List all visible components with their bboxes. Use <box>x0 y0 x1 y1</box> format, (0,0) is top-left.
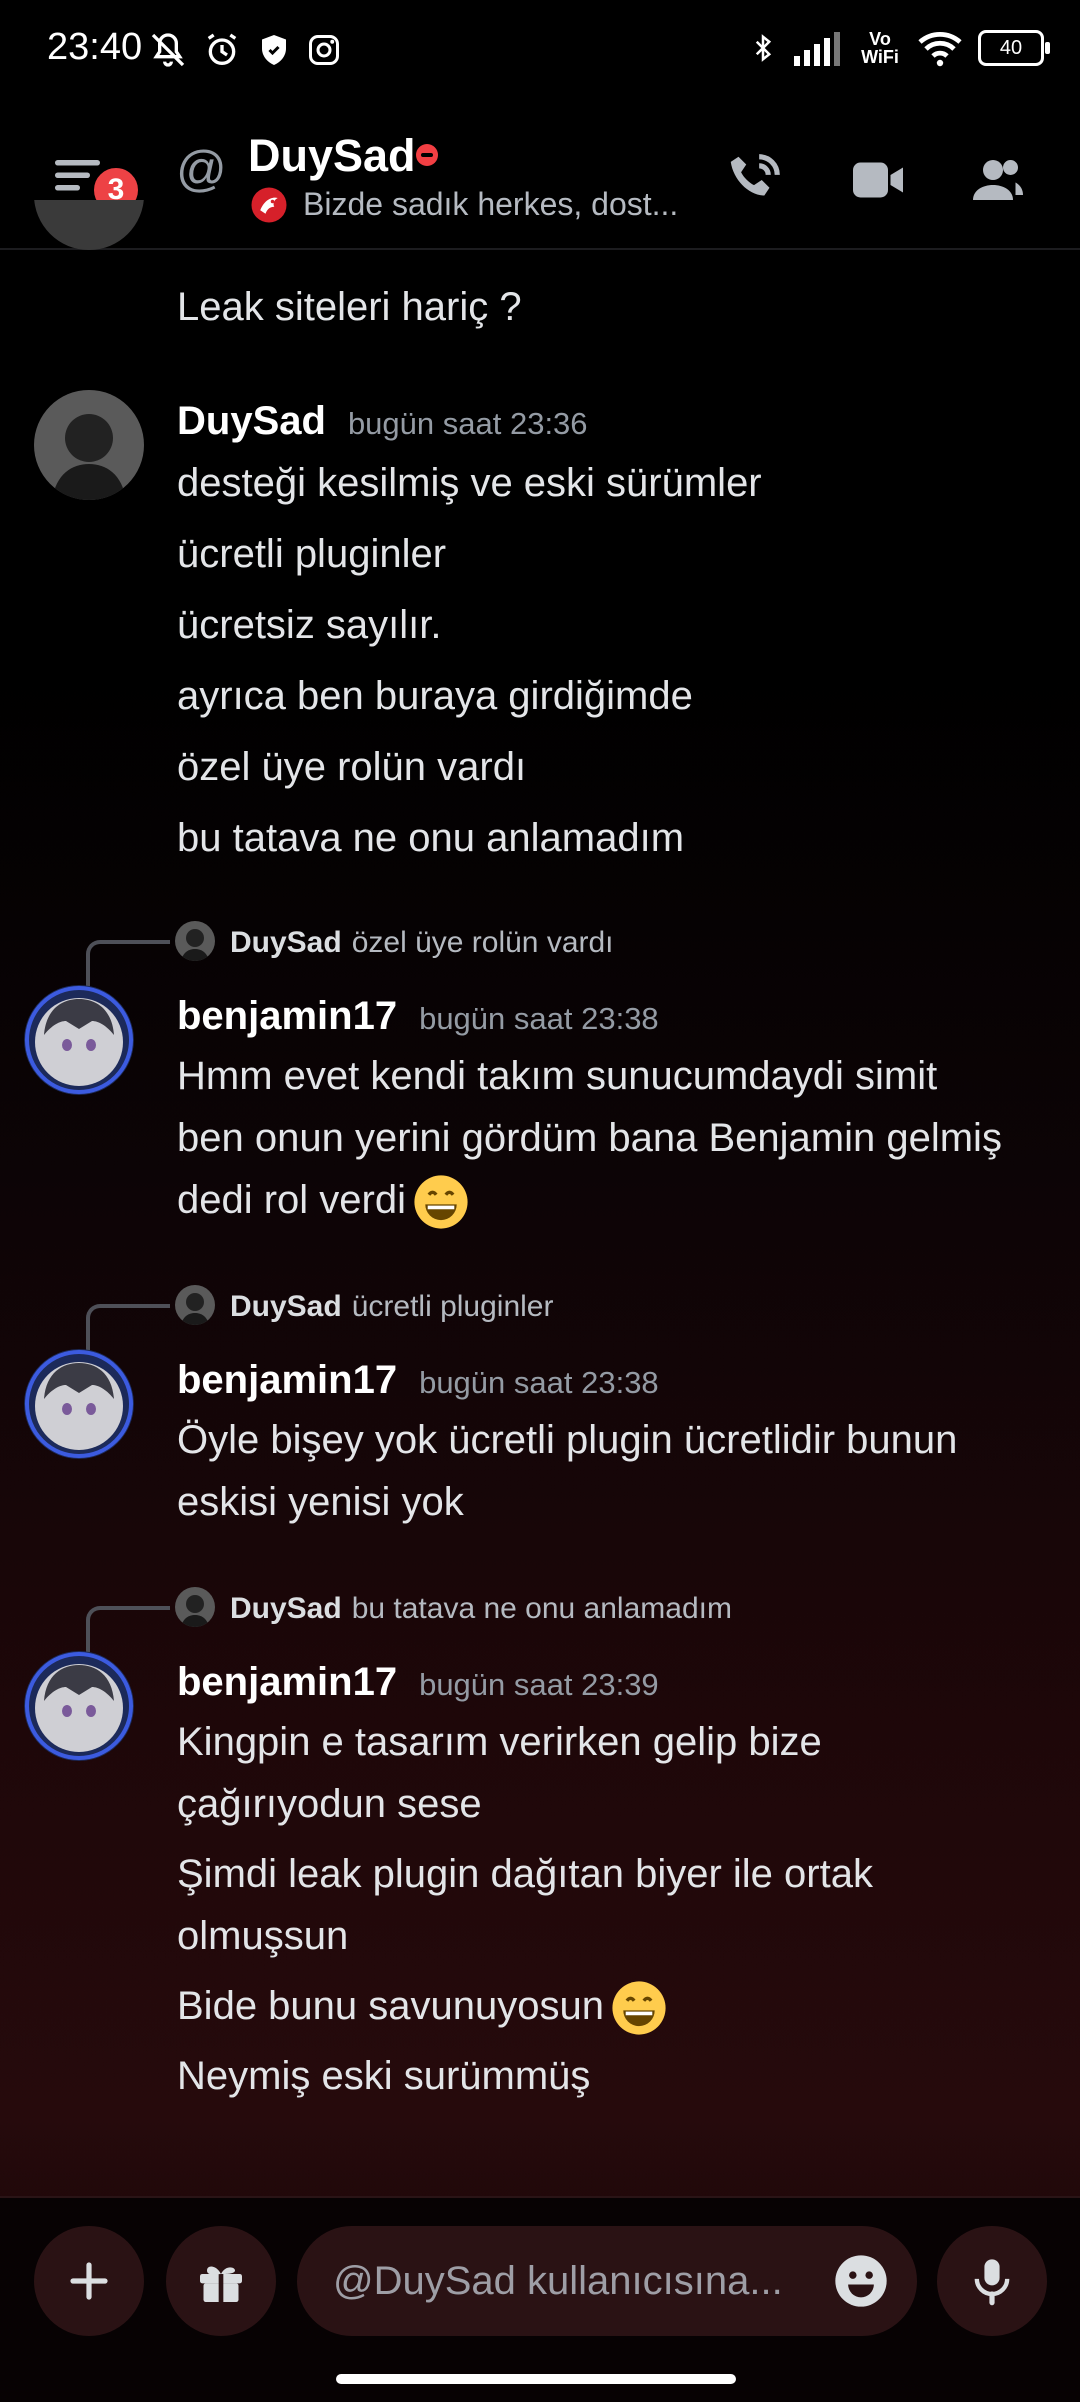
reply-text: bu tatava ne onu anlamadım <box>351 1592 732 1625</box>
message-header: benjamin17 bugün saat 23:38 <box>177 985 659 1050</box>
instagram-icon <box>309 35 339 65</box>
microphone-icon <box>974 2259 1010 2306</box>
avatar[interactable] <box>24 985 134 1095</box>
message-header: benjamin17 bugün saat 23:38 <box>177 1349 659 1414</box>
message-line: ben onun yerini gördüm bana Benjamin gel… <box>177 1116 1002 1160</box>
reply-avatar <box>175 1587 215 1627</box>
avatar[interactable] <box>24 1349 134 1459</box>
status-time: 23:40 <box>47 26 143 68</box>
status-icons-left <box>148 28 342 72</box>
battery-icon: 40 <box>978 30 1050 66</box>
reply-connector <box>86 940 170 986</box>
alarm-icon <box>207 33 237 65</box>
voice-message-button[interactable] <box>937 2226 1047 2336</box>
message-author[interactable]: benjamin17 <box>177 1660 397 1704</box>
anime-avatar-icon <box>24 1651 134 1761</box>
page-title[interactable]: DuySad <box>248 130 416 182</box>
avatar[interactable] <box>24 1651 134 1761</box>
status-icons-right: Vo WiFi 40 <box>748 26 1050 70</box>
gift-icon <box>200 2266 242 2302</box>
bell-off-icon <box>151 33 185 67</box>
signal-icon <box>794 32 840 66</box>
message-line-text: dedi rol verdi <box>177 1178 407 1222</box>
dnd-status-icon <box>416 144 438 166</box>
voice-call-button[interactable] <box>714 140 794 220</box>
wifi-icon <box>918 31 962 67</box>
message-line: ücretli pluginler <box>177 532 447 576</box>
avatar[interactable] <box>34 390 144 500</box>
message-line: Şimdi leak plugin dağıtan biyer ile orta… <box>177 1852 873 1896</box>
anime-avatar-icon <box>24 985 134 1095</box>
grinning-emoji-icon <box>414 1175 468 1230</box>
grinning-emoji-icon <box>612 1981 666 2036</box>
reply-text: ücretli pluginler <box>351 1290 554 1323</box>
message-line: çağırıyodun sese <box>177 1782 482 1826</box>
message-body: Öyle bişey yok ücretli plugin ücretlidir… <box>177 1409 957 1533</box>
reply-text: özel üye rolün vardı <box>351 926 614 959</box>
message-body: Kingpin e tasarım verirken gelip bize ça… <box>177 1711 873 2107</box>
emoji-icon[interactable] <box>833 2253 889 2309</box>
reply-connector <box>86 1304 170 1350</box>
members-icon <box>973 160 1023 200</box>
message-timestamp: bugün saat 23:38 <box>419 1365 659 1400</box>
add-attachment-button[interactable] <box>34 2226 144 2336</box>
message-author[interactable]: benjamin17 <box>177 994 397 1038</box>
reply-preview[interactable]: DuySad özel üye rolün vardı <box>230 926 614 960</box>
reply-author: DuySad <box>230 1290 342 1323</box>
message-text: Leak siteleri hariç ? <box>177 285 522 329</box>
reply-avatar <box>175 1285 215 1325</box>
members-button[interactable] <box>958 140 1038 220</box>
reply-avatar <box>175 921 215 961</box>
message-line: dedi rol verdi <box>177 1169 1002 1231</box>
user-photo-icon <box>34 390 144 500</box>
reply-preview[interactable]: DuySad ücretli pluginler <box>230 1290 553 1324</box>
message-line: Kingpin e tasarım verirken gelip bize <box>177 1720 822 1764</box>
vowifi-icon: Vo WiFi <box>861 29 899 67</box>
channel-header: 3 @ DuySad Bizde sadık herkes, dost... <box>0 110 1080 250</box>
status-bar: 23:40 Vo WiFi 40 <box>0 0 1080 110</box>
reply-preview[interactable]: DuySad bu tatava ne onu anlamadım <box>230 1592 732 1626</box>
message-author[interactable]: DuySad <box>177 399 326 443</box>
message-line: Bide bunu savunuyosun <box>177 1975 873 2037</box>
video-icon <box>853 162 903 198</box>
reply-connector <box>86 1606 170 1652</box>
message-line: bu tatava ne onu anlamadım <box>177 816 685 860</box>
anime-avatar-icon <box>24 1349 134 1459</box>
message-header: benjamin17 bugün saat 23:39 <box>177 1651 659 1716</box>
video-call-button[interactable] <box>838 140 918 220</box>
message-line-text: Bide bunu savunuyosun <box>177 1984 604 2028</box>
message-line: eskisi yenisi yok <box>177 1480 464 1524</box>
message-composer: @DuySad kullanıcısına... <box>0 2196 1080 2402</box>
gift-button[interactable] <box>166 2226 276 2336</box>
message-timestamp: bugün saat 23:38 <box>419 1001 659 1036</box>
avatar-partial <box>34 200 144 250</box>
plus-icon <box>70 2262 108 2300</box>
message-author[interactable]: benjamin17 <box>177 1358 397 1402</box>
message-timestamp: bugün saat 23:36 <box>347 406 588 441</box>
message-timestamp: bugün saat 23:39 <box>419 1667 659 1702</box>
message-input[interactable]: @DuySad kullanıcısına... <box>297 2226 917 2336</box>
message-body: Hmm evet kendi takım sunucumdaydi simit … <box>177 1045 1002 1231</box>
shield-icon <box>262 35 286 65</box>
home-indicator[interactable] <box>336 2374 736 2384</box>
message-body: desteği kesilmiş ve eski sürümler ücretl… <box>177 448 762 874</box>
message-line: ayrıca ben buraya girdiğimde <box>177 674 693 718</box>
message-input-placeholder: @DuySad kullanıcısına... <box>333 2259 783 2303</box>
message-line: özel üye rolün vardı <box>177 745 527 789</box>
reply-author: DuySad <box>230 926 342 959</box>
at-icon: @ <box>176 141 227 197</box>
reply-author: DuySad <box>230 1592 342 1625</box>
message-header: DuySad bugün saat 23:36 <box>177 390 588 455</box>
phone-icon <box>730 154 780 196</box>
dragon-emoji-icon <box>251 187 287 223</box>
custom-status-text: Bizde sadık herkes, dost... <box>303 186 679 222</box>
message-line: ücretsiz sayılır. <box>177 603 442 647</box>
bluetooth-icon <box>755 34 772 62</box>
message-line: Neymiş eski surümmüş <box>177 2054 591 2099</box>
message-line: desteği kesilmiş ve eski sürümler <box>177 461 762 505</box>
message-line: olmuşsun <box>177 1914 349 1958</box>
message-line: Hmm evet kendi takım sunucumdaydi simit <box>177 1054 938 1098</box>
message-line: Öyle bişey yok ücretli plugin ücretlidir… <box>177 1418 958 1462</box>
